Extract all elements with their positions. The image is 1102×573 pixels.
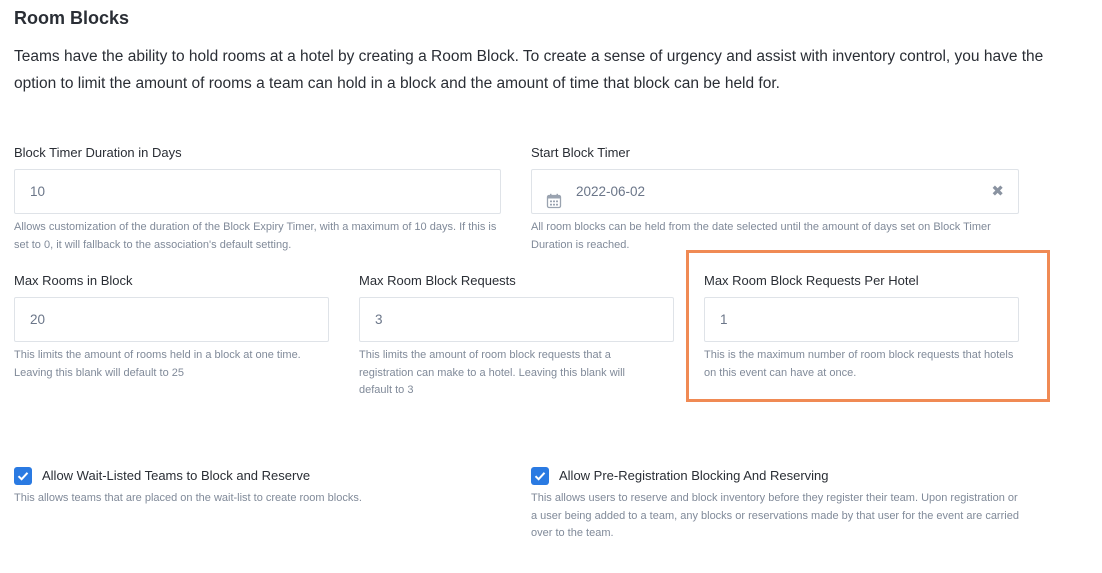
max-room-block-requests-label: Max Room Block Requests bbox=[359, 273, 516, 288]
block-timer-duration-input[interactable]: 10 bbox=[14, 169, 501, 214]
close-icon[interactable]: ✖ bbox=[991, 170, 1004, 213]
check-icon bbox=[534, 472, 546, 481]
pre-registration-label: Allow Pre-Registration Blocking And Rese… bbox=[559, 468, 829, 483]
wait-listed-help: This allows teams that are placed on the… bbox=[14, 492, 362, 504]
max-room-block-requests-input[interactable]: 3 bbox=[359, 297, 674, 342]
room-blocks-settings: Room Blocks Teams have the ability to ho… bbox=[0, 0, 1102, 573]
start-block-timer-input[interactable]: 2022-06-02 ✖ bbox=[531, 169, 1019, 214]
start-block-timer-value: 2022-06-02 bbox=[576, 184, 646, 199]
block-timer-duration-help: Allows customization of the duration of … bbox=[14, 221, 497, 251]
block-timer-duration-label: Block Timer Duration in Days bbox=[14, 145, 182, 160]
start-block-timer-help: All room blocks can be held from the dat… bbox=[531, 221, 991, 251]
start-block-timer-label: Start Block Timer bbox=[531, 145, 630, 160]
wait-listed-label: Allow Wait-Listed Teams to Block and Res… bbox=[42, 468, 311, 483]
pre-registration-help: This allows users to reserve and block i… bbox=[531, 492, 1019, 539]
max-requests-per-hotel-input[interactable]: 1 bbox=[704, 297, 1019, 342]
max-room-block-requests-help: This limits the amount of room block req… bbox=[359, 349, 625, 396]
max-rooms-in-block-label: Max Rooms in Block bbox=[14, 273, 133, 288]
pre-registration-checkbox[interactable] bbox=[531, 467, 549, 485]
max-rooms-in-block-help: This limits the amount of rooms held in … bbox=[14, 349, 301, 379]
max-requests-per-hotel-help: This is the maximum number of room block… bbox=[704, 349, 1014, 379]
max-requests-per-hotel-label: Max Room Block Requests Per Hotel bbox=[704, 273, 919, 288]
calendar-icon bbox=[546, 183, 562, 209]
check-icon bbox=[17, 472, 29, 481]
section-intro: Teams have the ability to hold rooms at … bbox=[14, 48, 1044, 92]
max-rooms-in-block-input[interactable]: 20 bbox=[14, 297, 329, 342]
section-title: Room Blocks bbox=[14, 8, 130, 28]
wait-listed-checkbox[interactable] bbox=[14, 467, 32, 485]
